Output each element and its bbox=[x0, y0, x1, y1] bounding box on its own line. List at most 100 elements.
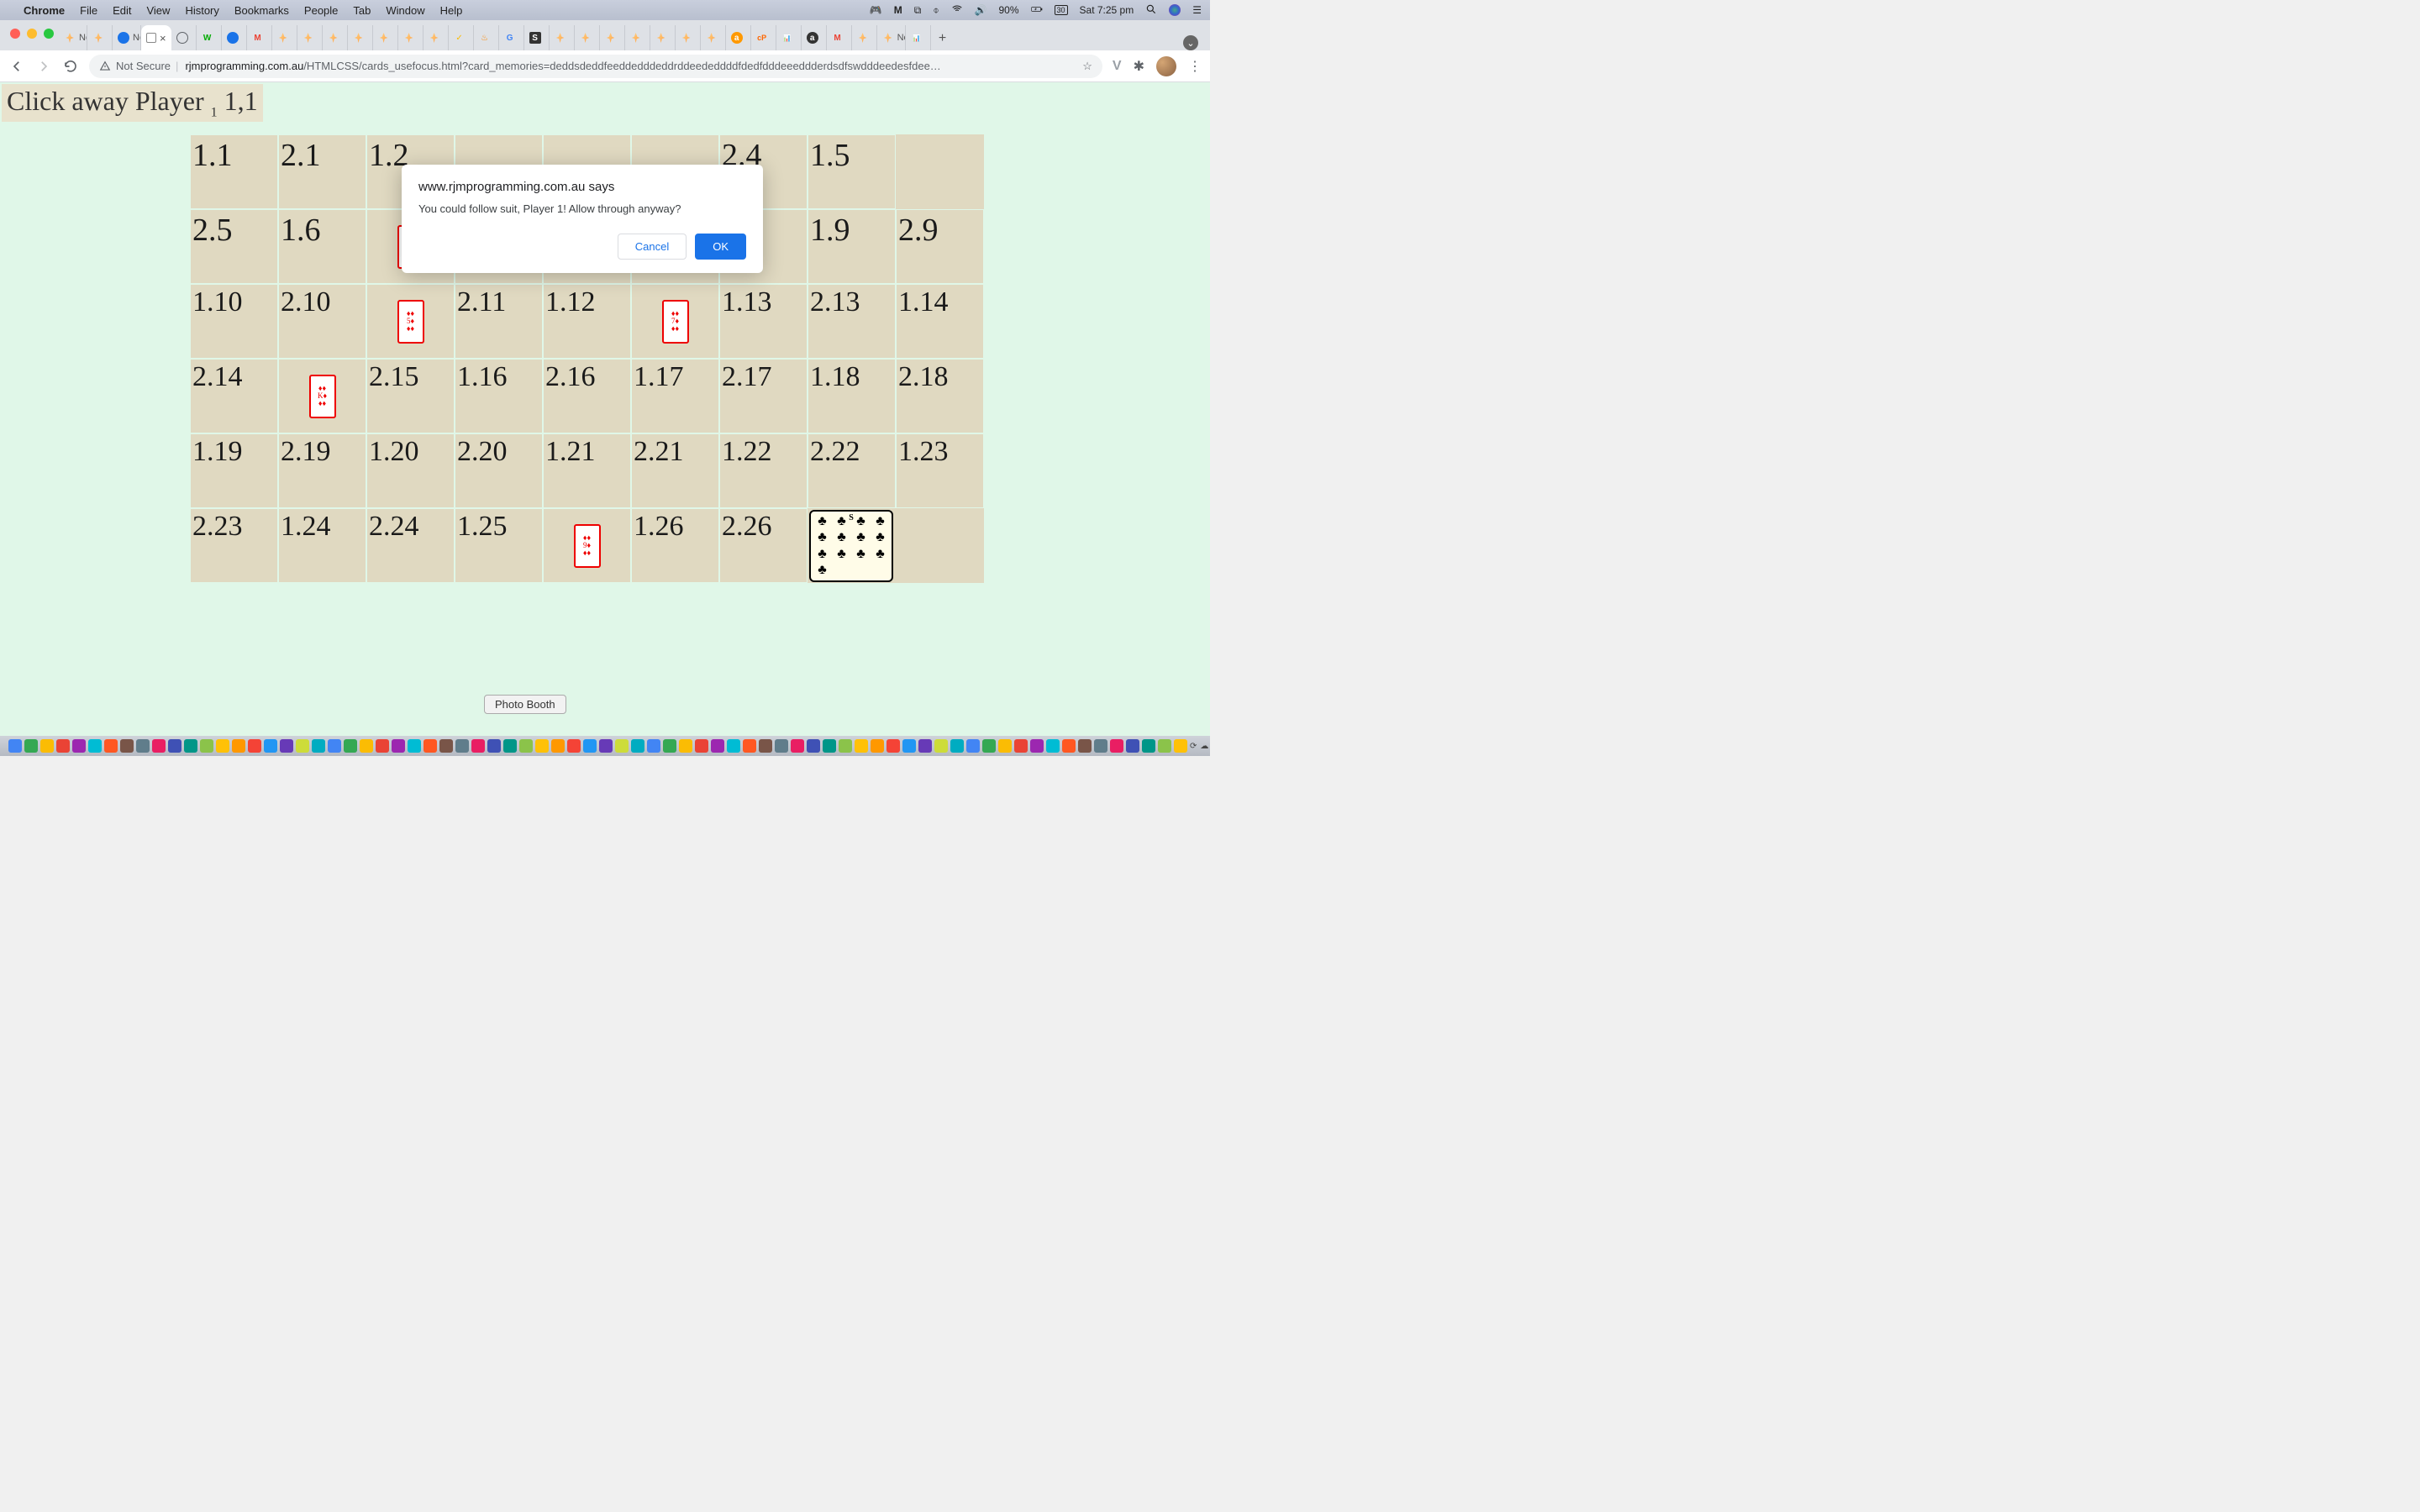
dialog-cancel-button[interactable]: Cancel bbox=[618, 234, 687, 260]
grid-cell[interactable]: 1.6 bbox=[278, 209, 366, 284]
tab-33[interactable]: Ne bbox=[877, 25, 906, 50]
dock-app-icon[interactable] bbox=[855, 739, 868, 753]
grid-cell[interactable]: 2.13 bbox=[808, 284, 896, 359]
security-indicator[interactable]: Not Secure | bbox=[99, 60, 178, 72]
dock-app-icon[interactable] bbox=[344, 739, 357, 753]
playing-card-diamond[interactable]: ♦♦9♦♦♦ bbox=[574, 524, 601, 568]
window-minimize-button[interactable] bbox=[27, 29, 37, 39]
dock-app-icon[interactable] bbox=[775, 739, 788, 753]
dock-app-icon[interactable] bbox=[695, 739, 708, 753]
menu-help[interactable]: Help bbox=[440, 4, 463, 17]
dock-app-icon[interactable] bbox=[503, 739, 517, 753]
chrome-menu-icon[interactable]: ⋮ bbox=[1188, 58, 1202, 75]
grid-cell[interactable]: 2.22 bbox=[808, 433, 896, 508]
dock-app-icon[interactable] bbox=[104, 739, 118, 753]
grid-cell[interactable]: 2.23 bbox=[190, 508, 278, 583]
playing-card-diamond[interactable]: ♦♦7♦♦♦ bbox=[662, 300, 689, 344]
dock-app-icon[interactable] bbox=[1142, 739, 1155, 753]
dock-app-icon[interactable] bbox=[1078, 739, 1092, 753]
tab-13[interactable] bbox=[373, 25, 398, 50]
dock-app-icon[interactable] bbox=[312, 739, 325, 753]
dock-app-icon[interactable] bbox=[934, 739, 948, 753]
menu-tab[interactable]: Tab bbox=[353, 4, 371, 17]
status-wifi-icon[interactable] bbox=[951, 3, 963, 18]
dock-app-icon[interactable] bbox=[519, 739, 533, 753]
dock-app-icon[interactable] bbox=[727, 739, 740, 753]
extensions-icon[interactable]: ✱ bbox=[1134, 58, 1144, 75]
dock-app-icon[interactable] bbox=[471, 739, 485, 753]
tab-3[interactable]: Ne bbox=[113, 25, 141, 50]
status-battery-icon[interactable] bbox=[1031, 3, 1043, 18]
tab-19[interactable]: S bbox=[524, 25, 550, 50]
tab-1[interactable]: Ne bbox=[59, 25, 87, 50]
tab-16[interactable]: ✓ bbox=[449, 25, 474, 50]
dock-app-icon[interactable] bbox=[136, 739, 150, 753]
status-display-icon[interactable]: ⧉ bbox=[914, 4, 922, 17]
dock-app-icon[interactable] bbox=[918, 739, 932, 753]
status-m-icon[interactable]: M bbox=[894, 4, 902, 16]
dock-app-icon[interactable] bbox=[1174, 739, 1187, 753]
dock-app-icon[interactable] bbox=[264, 739, 277, 753]
grid-cell[interactable]: ♦♦7♦♦♦ bbox=[631, 284, 719, 359]
grid-cell[interactable]: 1.5 bbox=[808, 134, 896, 209]
reload-button[interactable] bbox=[62, 59, 79, 74]
tab-10[interactable] bbox=[297, 25, 323, 50]
grid-cell[interactable]: 1.23 bbox=[896, 433, 984, 508]
dock-app-icon[interactable] bbox=[759, 739, 772, 753]
tab-12[interactable] bbox=[348, 25, 373, 50]
grid-cell[interactable]: 1.25 bbox=[455, 508, 543, 583]
grid-cell[interactable]: 1.16 bbox=[455, 359, 543, 433]
dock-app-icon[interactable] bbox=[711, 739, 724, 753]
grid-cell[interactable]: 2.20 bbox=[455, 433, 543, 508]
grid-cell[interactable]: 1.9 bbox=[808, 209, 896, 284]
dock-app-icon[interactable] bbox=[328, 739, 341, 753]
dock-app-icon[interactable] bbox=[8, 739, 22, 753]
dock-app-icon[interactable] bbox=[583, 739, 597, 753]
menu-view[interactable]: View bbox=[146, 4, 170, 17]
tab-6[interactable]: W bbox=[197, 25, 222, 50]
dock-app-icon[interactable] bbox=[679, 739, 692, 753]
tab-27[interactable]: a bbox=[726, 25, 751, 50]
status-bluetooth-icon[interactable]: ⌽ bbox=[933, 4, 939, 17]
tab-26[interactable] bbox=[701, 25, 726, 50]
dock-app-icon[interactable] bbox=[439, 739, 453, 753]
grid-cell[interactable]: 2.11 bbox=[455, 284, 543, 359]
dock-app-icon[interactable] bbox=[535, 739, 549, 753]
tab-34[interactable]: 📊 bbox=[906, 25, 931, 50]
dock-app-icon[interactable] bbox=[168, 739, 182, 753]
dock-app-icon[interactable] bbox=[88, 739, 102, 753]
status-spotlight-icon[interactable] bbox=[1145, 3, 1157, 18]
dock-app-icon[interactable] bbox=[743, 739, 756, 753]
dock-app-icon[interactable] bbox=[216, 739, 229, 753]
tab-31[interactable]: M bbox=[827, 25, 852, 50]
dock-app-icon[interactable] bbox=[871, 739, 884, 753]
grid-cell[interactable]: 2.14 bbox=[190, 359, 278, 433]
dock-app-icon[interactable] bbox=[1158, 739, 1171, 753]
dock-app-icon[interactable] bbox=[567, 739, 581, 753]
grid-cell[interactable]: 1.12 bbox=[543, 284, 631, 359]
dock-app-icon[interactable] bbox=[1062, 739, 1076, 753]
dock-app-icon[interactable] bbox=[1030, 739, 1044, 753]
dock-app-icon[interactable] bbox=[982, 739, 996, 753]
dock-app-icon[interactable] bbox=[72, 739, 86, 753]
dock-app-icon[interactable] bbox=[40, 739, 54, 753]
dock-app-icon[interactable] bbox=[1126, 739, 1139, 753]
tab-14[interactable] bbox=[398, 25, 424, 50]
dock-app-icon[interactable] bbox=[24, 739, 38, 753]
menu-file[interactable]: File bbox=[80, 4, 97, 17]
grid-cell[interactable]: 1.24 bbox=[278, 508, 366, 583]
grid-cell[interactable]: ♦♦5♦♦♦ bbox=[366, 284, 455, 359]
tab-active[interactable]: × bbox=[141, 25, 171, 50]
tab-29[interactable]: 📊 bbox=[776, 25, 802, 50]
grid-cell[interactable]: 2.5 bbox=[190, 209, 278, 284]
grid-cell[interactable]: 1.21 bbox=[543, 433, 631, 508]
grid-cell[interactable]: 2.21 bbox=[631, 433, 719, 508]
dock-app-icon[interactable] bbox=[424, 739, 437, 753]
grid-cell[interactable]: 1.26 bbox=[631, 508, 719, 583]
status-volume-icon[interactable]: 🔊 bbox=[975, 4, 987, 16]
dock-app-icon[interactable] bbox=[791, 739, 804, 753]
dock-app-icon[interactable] bbox=[408, 739, 421, 753]
dialog-ok-button[interactable]: OK bbox=[695, 234, 746, 260]
dock-app-icon[interactable] bbox=[487, 739, 501, 753]
extension-v-icon[interactable]: V bbox=[1113, 59, 1122, 74]
